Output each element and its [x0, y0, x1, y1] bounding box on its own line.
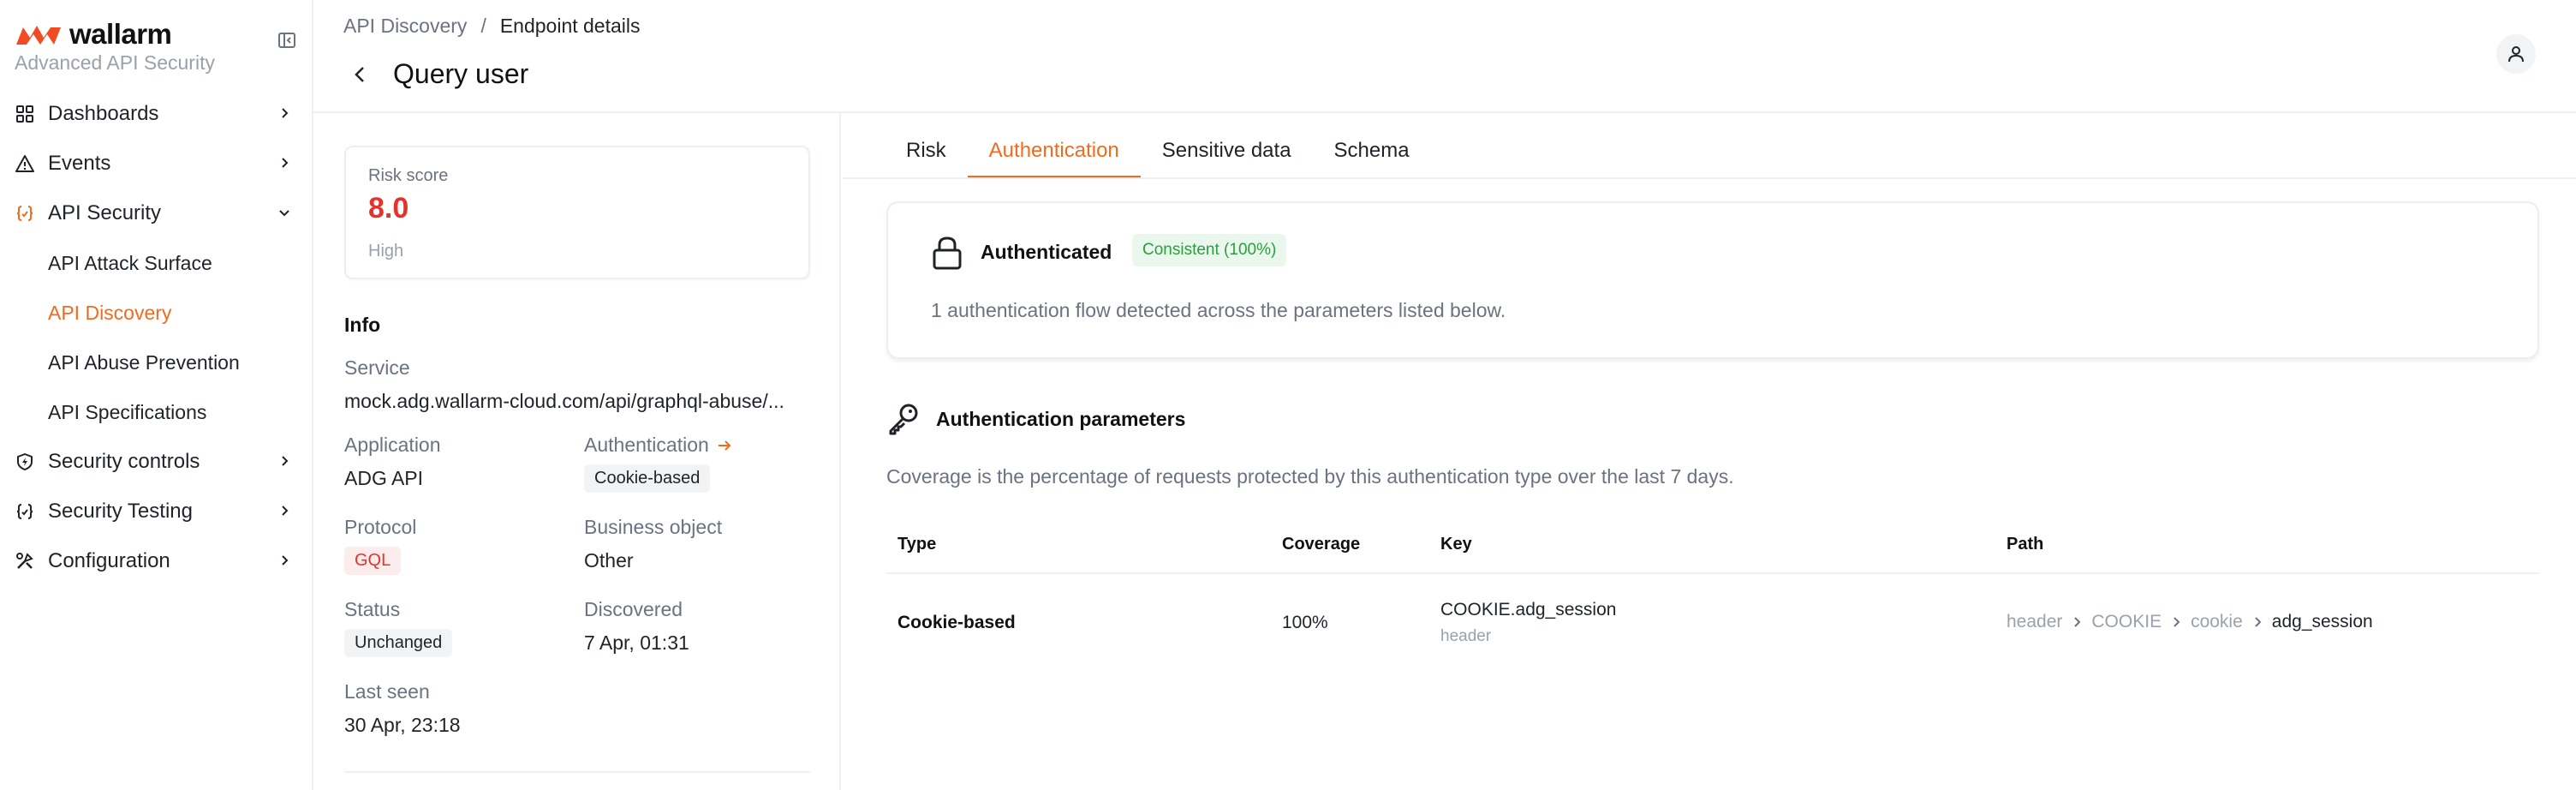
cell-coverage: 100% — [1282, 613, 1328, 632]
path-segment: header — [2007, 612, 2063, 631]
chevron-right-icon — [2074, 617, 2081, 627]
tab-authentication[interactable]: Authentication — [967, 129, 1141, 178]
page-title: Query user — [393, 58, 529, 89]
last-seen-label: Last seen — [344, 680, 430, 703]
breadcrumb-link-api-discovery[interactable]: API Discovery — [343, 15, 467, 38]
discovered-value: 7 Apr, 01:31 — [584, 631, 689, 654]
column-header-coverage: Coverage — [1282, 535, 1361, 554]
risk-level: High — [368, 242, 404, 260]
sidebar-item-label: Security Testing — [48, 500, 193, 523]
sidebar-item-security-controls[interactable]: Security controls — [0, 437, 312, 487]
brand-subtitle: Advanced API Security — [15, 51, 215, 74]
authentication-tag: Cookie-based — [584, 464, 711, 493]
sidebar-subitem-api-abuse-prevention[interactable]: API Abuse Prevention — [0, 338, 312, 387]
last-seen-value: 30 Apr, 23:18 — [344, 714, 461, 736]
path-segment: COOKIE — [2091, 612, 2162, 631]
sidebar: wallarm Advanced API Security Dashboards… — [0, 0, 313, 790]
sidebar-subitem-api-specifications[interactable]: API Specifications — [0, 387, 312, 437]
brand-name: wallarm — [69, 18, 172, 50]
cell-path: header COOKIE cookie adg_session — [2007, 612, 2373, 632]
tab-risk[interactable]: Risk — [885, 129, 968, 178]
auth-parameters-description: Coverage is the percentage of requests p… — [886, 465, 1734, 488]
sidebar-subitem-api-attack-surface[interactable]: API Attack Surface — [0, 238, 312, 288]
authenticated-title: Authenticated — [981, 241, 1112, 263]
brand-logo[interactable]: wallarm — [15, 18, 172, 50]
endpoint-tabs: Risk Authentication Sensitive data Schem… — [885, 129, 1431, 178]
cell-type: Cookie-based — [897, 613, 1016, 632]
sidebar-item-api-security[interactable]: API Security — [0, 189, 312, 238]
user-icon — [2508, 46, 2524, 63]
discovered-label: Discovered — [584, 598, 683, 620]
protocol-tag: GQL — [344, 547, 402, 575]
sidebar-item-label: Events — [48, 152, 111, 175]
sidebar-item-security-testing[interactable]: Security Testing — [0, 487, 312, 536]
breadcrumb: API Discovery / Endpoint details — [343, 15, 641, 38]
sidebar-item-events[interactable]: Events — [0, 139, 312, 189]
warning-triangle-icon — [15, 155, 34, 172]
column-header-type: Type — [897, 535, 937, 554]
consistency-badge: Consistent (100%) — [1132, 234, 1287, 266]
path-segment-current: adg_session — [2271, 612, 2373, 631]
chevron-right-icon — [282, 158, 289, 168]
lock-icon — [933, 236, 962, 270]
sidebar-subitem-api-discovery[interactable]: API Discovery — [0, 288, 312, 338]
auth-parameters-title: Authentication parameters — [936, 408, 1186, 430]
risk-score-label: Risk score — [368, 166, 449, 185]
chevron-right-icon — [282, 506, 289, 516]
cell-key-location: header — [1440, 627, 1492, 645]
sidebar-nav: Dashboards Events API Security API Attac… — [0, 89, 312, 586]
sidebar-item-dashboards[interactable]: Dashboards — [0, 89, 312, 139]
chevron-right-icon — [282, 555, 289, 566]
chevron-right-icon — [2174, 617, 2180, 627]
application-label: Application — [344, 434, 441, 456]
chevron-right-icon — [282, 456, 289, 466]
chevron-down-icon — [279, 210, 289, 217]
chevron-right-icon — [282, 108, 289, 118]
code-braces-icon — [16, 504, 33, 519]
authentication-label[interactable]: Authentication — [584, 434, 733, 457]
authentication-description: 1 authentication flow detected across th… — [931, 299, 1506, 321]
authentication-summary-card: Authenticated Consistent (100%) 1 authen… — [886, 201, 2539, 359]
info-divider — [344, 771, 810, 773]
business-object-value: Other — [584, 549, 634, 572]
path-segment: cookie — [2191, 612, 2243, 631]
risk-score-card: Risk score 8.0 High — [344, 146, 810, 279]
table-row[interactable]: Cookie-based 100% COOKIE.adg_session hea… — [886, 574, 2539, 677]
tab-sensitive-data[interactable]: Sensitive data — [1141, 129, 1313, 178]
sidebar-item-label: API Security — [48, 201, 162, 224]
info-section-title: Info — [344, 314, 381, 336]
protocol-label: Protocol — [344, 516, 417, 538]
sidebar-collapse-icon[interactable] — [277, 30, 297, 51]
column-header-path: Path — [2007, 535, 2044, 554]
endpoint-info-panel: Risk score 8.0 High Info Service mock.ad… — [313, 113, 841, 790]
wallarm-logo-icon — [16, 26, 61, 45]
sidebar-item-configuration[interactable]: Configuration — [0, 536, 312, 586]
shield-icon — [17, 453, 33, 470]
column-header-key: Key — [1440, 535, 1472, 554]
tools-icon — [16, 553, 33, 569]
sidebar-item-label: Dashboards — [48, 102, 159, 125]
service-label: Service — [344, 356, 410, 379]
authentication-label-text: Authentication — [584, 434, 709, 456]
status-tag: Unchanged — [344, 629, 453, 657]
business-object-label: Business object — [584, 516, 723, 538]
user-avatar[interactable] — [2496, 34, 2536, 74]
sidebar-item-label: Security controls — [48, 450, 200, 473]
breadcrumb-separator: / — [480, 15, 486, 37]
tab-schema[interactable]: Schema — [1313, 129, 1431, 178]
application-value: ADG API — [344, 467, 424, 489]
risk-score-value: 8.0 — [368, 192, 409, 224]
key-icon — [889, 404, 918, 435]
breadcrumb-current: Endpoint details — [499, 15, 641, 37]
grid-icon — [16, 105, 33, 123]
back-arrow-icon[interactable] — [349, 63, 372, 86]
chevron-right-icon — [2255, 617, 2262, 627]
arrow-right-icon — [718, 440, 731, 451]
sidebar-item-label: Configuration — [48, 549, 170, 572]
tabs-divider — [843, 177, 2576, 179]
code-braces-icon — [16, 206, 33, 221]
status-label: Status — [344, 598, 401, 620]
cell-key: COOKIE.adg_session — [1440, 600, 1617, 619]
service-value: mock.adg.wallarm-cloud.com/api/graphql-a… — [344, 390, 784, 412]
